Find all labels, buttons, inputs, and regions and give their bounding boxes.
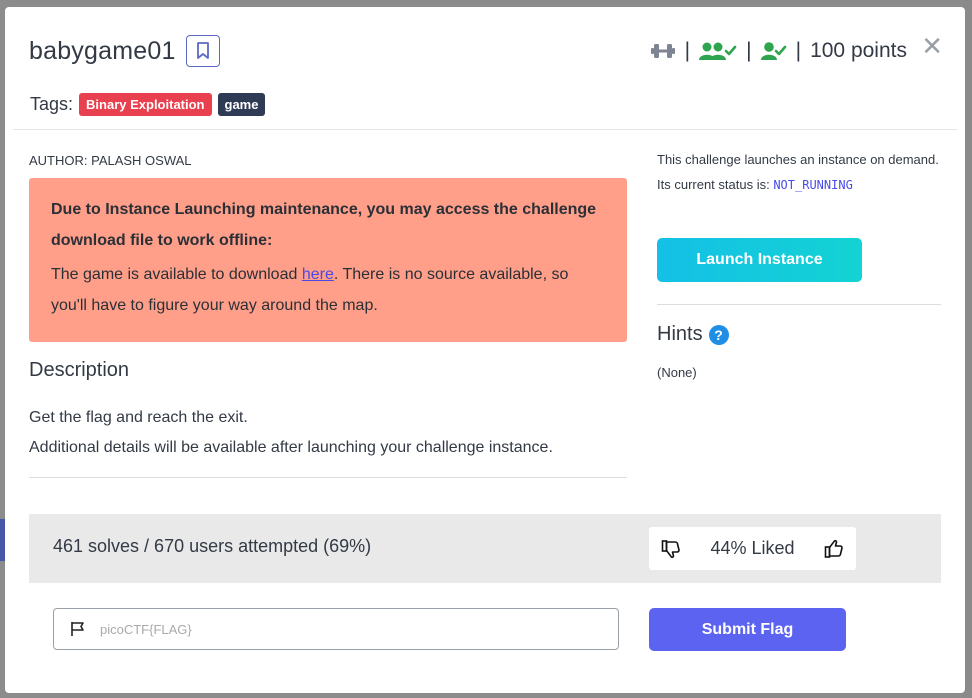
status-value: NOT_RUNNING <box>773 178 853 192</box>
description-line: Get the flag and reach the exit. <box>29 409 248 426</box>
user-check-icon <box>760 42 786 60</box>
divider <box>13 129 957 130</box>
dumbbell-icon <box>650 44 675 58</box>
challenge-modal: babygame01 | | | 100 points ✕ Tags: Bina… <box>5 7 965 693</box>
notice-heading: Due to Instance Launching maintenance, y… <box>51 201 597 249</box>
tags-row: Tags: Binary Exploitation game <box>30 93 271 116</box>
tags-label: Tags: <box>30 94 74 114</box>
launch-instance-button[interactable]: Launch Instance <box>657 238 862 282</box>
users-check-icon <box>699 42 737 60</box>
separator: | <box>795 39 802 62</box>
divider <box>657 304 941 305</box>
flag-icon <box>71 622 84 636</box>
flag-input-field[interactable] <box>53 608 619 650</box>
description-line: Additional details will be available aft… <box>29 439 553 456</box>
challenge-meta: | | | 100 points <box>650 39 907 63</box>
solves-count: 461 solves / 670 users attempted (69%) <box>53 536 372 556</box>
hints-value: (None) <box>657 365 697 380</box>
points-value: 100 points <box>810 39 907 62</box>
maintenance-notice: Due to Instance Launching maintenance, y… <box>29 178 627 342</box>
tag-binary-exploitation[interactable]: Binary Exploitation <box>79 93 212 116</box>
notice-body: The game is available to download here. … <box>51 259 605 321</box>
instance-panel: This challenge launches an instance on d… <box>657 147 941 198</box>
bookmark-button[interactable] <box>185 35 220 67</box>
stats-bar: 461 solves / 670 users attempted (69%) 4… <box>29 514 941 583</box>
thumbs-down-icon[interactable] <box>661 539 681 559</box>
author-label: AUTHOR: PALASH OSWAL <box>29 153 192 168</box>
description-body: Get the flag and reach the exit. Additio… <box>29 403 553 463</box>
notice-text-before: The game is available to download <box>51 266 302 283</box>
submit-flag-button[interactable]: Submit Flag <box>649 608 846 651</box>
hints-title: Hints <box>657 323 703 345</box>
separator: | <box>684 39 691 62</box>
status-label: Its current status is: <box>657 177 774 192</box>
tag-game[interactable]: game <box>217 93 266 116</box>
hints-heading: Hints ? <box>657 323 729 346</box>
instance-intro: This challenge launches an instance on d… <box>657 152 939 167</box>
divider <box>29 477 627 478</box>
liked-percentage: 44% Liked <box>710 538 795 558</box>
like-panel: 44% Liked <box>649 527 856 570</box>
flag-input[interactable] <box>100 621 580 637</box>
bookmark-icon <box>196 42 209 59</box>
close-icon[interactable]: ✕ <box>921 33 943 59</box>
help-icon[interactable]: ? <box>708 324 729 345</box>
instance-status: Its current status is: NOT_RUNNING <box>657 172 941 198</box>
challenge-title: babygame01 <box>29 36 176 65</box>
separator: | <box>746 39 752 62</box>
download-link[interactable]: here <box>302 266 334 283</box>
thumbs-up-icon[interactable] <box>824 539 844 559</box>
title-row: babygame01 <box>29 35 220 67</box>
description-heading: Description <box>29 359 130 381</box>
